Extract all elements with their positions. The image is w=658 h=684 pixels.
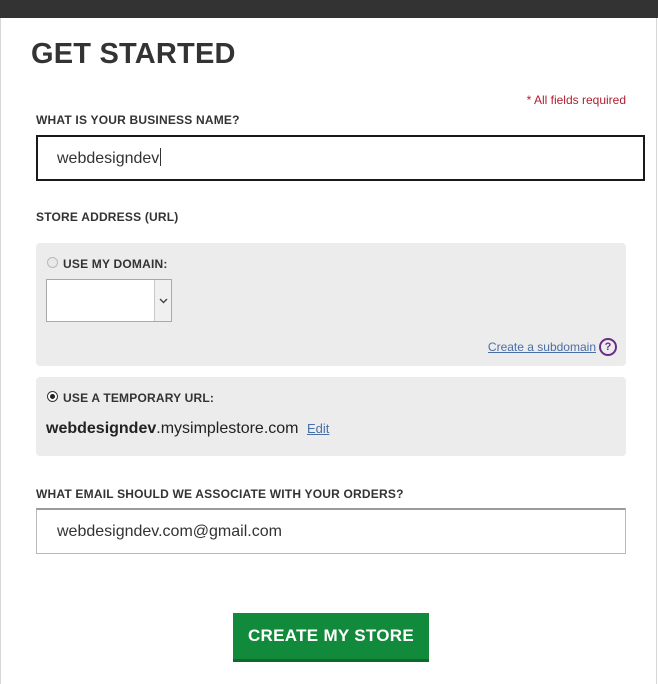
create-my-store-button[interactable]: CREATE MY STORE [233, 613, 429, 662]
use-temporary-url-radio[interactable] [47, 391, 58, 402]
temporary-url-suffix: .mysimplestore.com [156, 420, 299, 437]
temporary-url-name: webdesigndev [46, 420, 157, 437]
question-circle-icon[interactable]: ? [599, 338, 617, 356]
use-my-domain-radio[interactable] [47, 257, 58, 268]
use-temporary-url-panel: USE A TEMPORARY URL: webdesigndev.mysimp… [36, 377, 626, 456]
right-border [656, 18, 657, 684]
left-border [0, 18, 1, 684]
business-name-input[interactable]: webdesigndev [36, 135, 645, 181]
domain-select[interactable] [46, 279, 172, 322]
temporary-url: webdesigndev.mysimplestore.com Edit [46, 420, 329, 438]
page-title: GET STARTED [31, 38, 236, 70]
use-my-domain-panel: USE MY DOMAIN: Create a subdomain ? [36, 243, 626, 366]
business-name-label: WHAT IS YOUR BUSINESS NAME? [36, 113, 240, 127]
top-bar [0, 0, 658, 18]
store-address-label: STORE ADDRESS (URL) [36, 210, 179, 224]
required-note: * All fields required [526, 93, 626, 107]
business-name-value: webdesigndev [57, 150, 160, 167]
use-temporary-url-label[interactable]: USE A TEMPORARY URL: [63, 391, 214, 405]
text-caret [160, 148, 162, 166]
email-label: WHAT EMAIL SHOULD WE ASSOCIATE WITH YOUR… [36, 487, 404, 501]
email-field[interactable]: webdesigndev.com@gmail.com [36, 508, 626, 554]
use-my-domain-label[interactable]: USE MY DOMAIN: [63, 257, 168, 271]
chevron-down-icon[interactable] [154, 280, 171, 321]
create-subdomain-link[interactable]: Create a subdomain [488, 340, 596, 354]
email-value: webdesigndev.com@gmail.com [57, 522, 282, 540]
edit-url-link[interactable]: Edit [307, 421, 329, 436]
